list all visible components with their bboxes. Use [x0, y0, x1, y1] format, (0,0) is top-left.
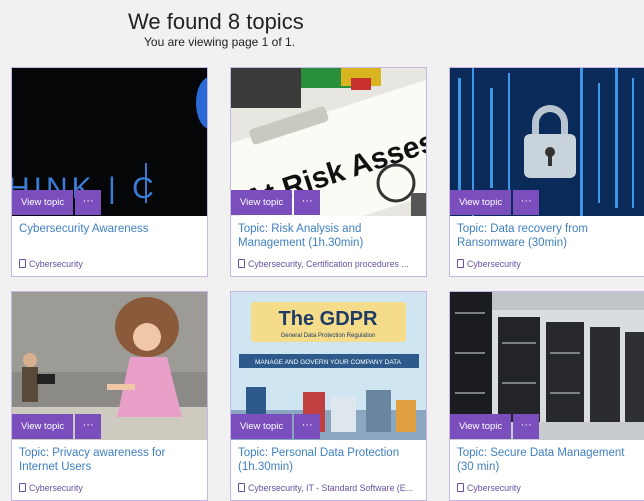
topic-card[interactable]: HINK | C View topic ··· Cybersecurity Aw…: [11, 67, 208, 277]
view-topic-button[interactable]: View topic: [450, 190, 512, 215]
page-title: We found 8 topics: [128, 9, 304, 34]
svg-text:General Data Protection Regula: General Data Protection Regulation: [281, 333, 376, 339]
bookmark-icon: [238, 259, 245, 268]
view-topic-button[interactable]: View topic: [12, 190, 74, 215]
bookmark-icon: [19, 483, 26, 492]
topic-card[interactable]: View topic ··· Topic: Data recovery from…: [449, 67, 644, 277]
svg-text:The GDPR: The GDPR: [279, 308, 378, 330]
topic-tags: Cybersecurity: [457, 483, 642, 493]
topic-title-link[interactable]: Topic: Secure Data Management (30 min): [457, 446, 642, 474]
more-options-button[interactable]: ···: [513, 190, 540, 215]
more-options-button[interactable]: ···: [294, 414, 321, 439]
view-topic-button[interactable]: View topic: [231, 190, 293, 215]
more-options-button[interactable]: ···: [294, 190, 321, 215]
bookmark-icon: [457, 483, 464, 492]
topic-tags: Cybersecurity: [457, 259, 642, 269]
view-topic-button[interactable]: View topic: [12, 414, 74, 439]
more-options-button[interactable]: ···: [75, 190, 102, 215]
topic-tags: Cybersecurity, IT - Standard Software (E…: [238, 483, 423, 493]
results-header: We found 8 topics You are viewing page 1…: [128, 8, 348, 49]
topic-title-link[interactable]: Topic: Privacy awareness for Internet Us…: [19, 446, 204, 474]
pagination-info: You are viewing page 1 of 1.: [144, 35, 296, 49]
topic-title-link[interactable]: Topic: Risk Analysis and Management (1h.…: [238, 222, 423, 250]
topic-title-link[interactable]: Cybersecurity Awareness: [19, 222, 204, 236]
view-topic-button[interactable]: View topic: [450, 414, 512, 439]
svg-text:MANAGE AND GOVERN YOUR COMPANY: MANAGE AND GOVERN YOUR COMPANY DATA: [255, 359, 402, 366]
bookmark-icon: [238, 483, 245, 492]
bookmark-icon: [19, 259, 26, 268]
more-options-button[interactable]: ···: [75, 414, 102, 439]
topic-tags: Cybersecurity, Certification procedures …: [238, 259, 423, 269]
bookmark-icon: [457, 259, 464, 268]
topic-card[interactable]: At Risk Assessment View topic ··· Topic:…: [230, 67, 427, 277]
topic-card[interactable]: The GDPR General Data Protection Regulat…: [230, 291, 427, 501]
topic-title-link[interactable]: Topic: Personal Data Protection (1h.30mi…: [238, 446, 423, 474]
view-topic-button[interactable]: View topic: [231, 414, 293, 439]
more-options-button[interactable]: ···: [513, 414, 540, 439]
topic-tags: Cybersecurity: [19, 259, 204, 269]
topic-tags: Cybersecurity: [19, 483, 204, 493]
topic-title-link[interactable]: Topic: Data recovery from Ransomware (30…: [457, 222, 642, 250]
topic-card[interactable]: View topic ··· Topic: Privacy awareness …: [11, 291, 208, 501]
topic-card[interactable]: View topic ··· Topic: Secure Data Manage…: [449, 291, 644, 501]
